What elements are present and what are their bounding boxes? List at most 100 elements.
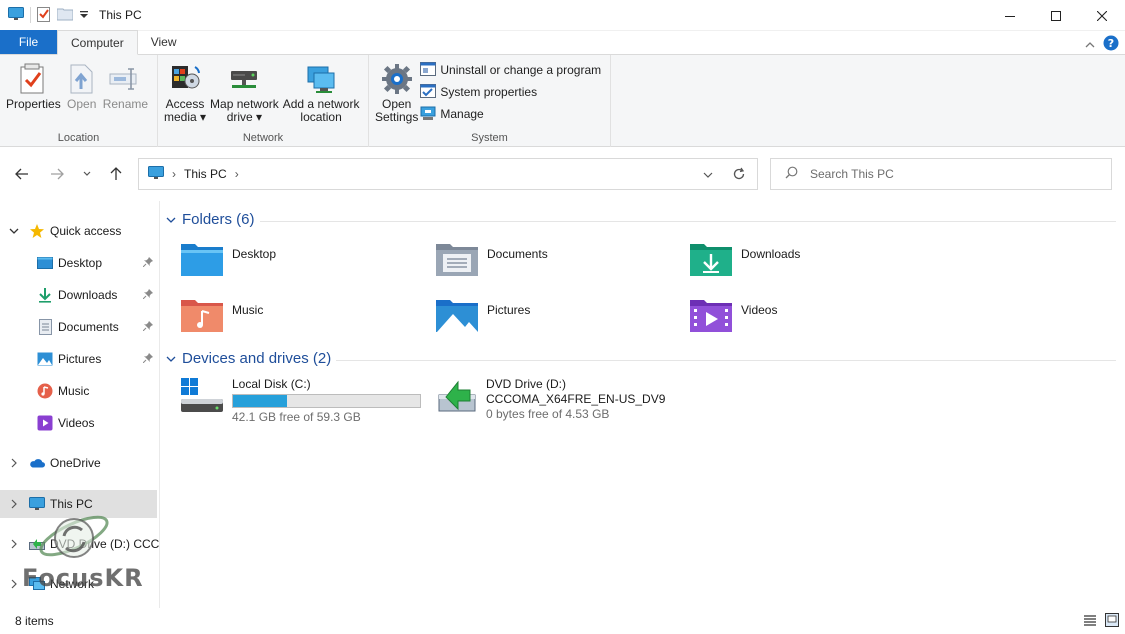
open-icon — [65, 61, 99, 97]
drive-name: DVD Drive (D:) — [486, 377, 566, 391]
open-label: Open — [67, 97, 97, 111]
local-disk-icon — [180, 377, 226, 425]
documents-icon — [37, 319, 53, 335]
properties-icon — [16, 61, 50, 97]
manage-label: Manage — [440, 107, 484, 121]
nav-documents[interactable]: Documents — [0, 313, 157, 341]
tab-file[interactable]: File — [0, 30, 57, 54]
new-folder-qat-icon[interactable] — [56, 7, 74, 24]
toolbar-divider — [30, 7, 31, 23]
nav-dvd-drive[interactable]: DVD Drive (D:) CCCOMA_X64FRE_EN-US_DV9 — [0, 530, 160, 558]
minimize-button[interactable] — [987, 0, 1033, 31]
uninstall-program-button[interactable]: Uninstall or change a program — [420, 61, 601, 79]
close-button[interactable] — [1079, 0, 1125, 31]
folder-tile-desktop[interactable]: Desktop — [180, 241, 276, 277]
downloads-icon — [37, 287, 53, 303]
pin-icon[interactable] — [142, 256, 153, 270]
maximize-button[interactable] — [1033, 0, 1079, 31]
nav-videos[interactable]: Videos — [0, 409, 157, 437]
nav-desktop-label: Desktop — [58, 256, 103, 270]
uninstall-program-label: Uninstall or change a program — [440, 63, 602, 77]
drive-tile-local-disk[interactable]: Local Disk (C:) 42.1 GB free of 59.3 GB — [180, 377, 421, 425]
location-group-label: Location — [57, 132, 100, 144]
help-icon[interactable]: ? — [1103, 35, 1119, 54]
nav-quick-access-label: Quick access — [50, 224, 122, 238]
drives-section-header[interactable]: Devices and drives (2) — [166, 350, 331, 367]
properties-qat-icon[interactable] — [37, 6, 51, 25]
ribbon: Properties Open Rename Location Access m… — [0, 55, 1125, 147]
tab-view[interactable]: View — [138, 30, 190, 54]
rename-label: Rename — [102, 97, 149, 111]
folders-section-header[interactable]: Folders (6) — [166, 211, 255, 228]
desktop-folder-icon — [180, 241, 224, 277]
address-separator-1[interactable]: › — [172, 167, 176, 181]
ribbon-tabs: File Computer View ? — [0, 30, 1125, 55]
address-dropdown-icon[interactable] — [703, 168, 713, 182]
network-group: Access media ▾ Map network drive ▾ Add a… — [158, 55, 369, 147]
search-placeholder: Search This PC — [810, 167, 894, 181]
recent-locations-button[interactable] — [77, 164, 97, 184]
tab-computer[interactable]: Computer — [57, 30, 138, 55]
forward-button[interactable] — [47, 164, 67, 184]
folder-tile-videos[interactable]: Videos — [689, 297, 777, 333]
folder-tile-pictures[interactable]: Pictures — [435, 297, 530, 333]
system-group-label: System — [471, 132, 508, 144]
music-icon — [37, 383, 53, 399]
chevron-right-icon[interactable] — [9, 499, 19, 509]
pin-icon[interactable] — [142, 320, 153, 334]
pin-icon[interactable] — [142, 352, 153, 366]
title-bar: This PC — [0, 0, 1125, 31]
view-buttons — [1083, 613, 1119, 630]
pin-icon[interactable] — [142, 288, 153, 302]
address-separator-2[interactable]: › — [235, 167, 239, 181]
chevron-right-icon[interactable] — [9, 579, 19, 589]
folder-tile-documents[interactable]: Documents — [435, 241, 548, 277]
disk-usage-fill — [233, 395, 288, 407]
network-group-label: Network — [242, 132, 284, 144]
nav-dvd-drive-label: DVD Drive (D:) CCCOMA_X64FRE_EN-US_DV9 — [50, 537, 160, 551]
nav-this-pc[interactable]: This PC — [0, 490, 157, 518]
content-area: Folders (6) Desktop Documents Downloads … — [160, 201, 1125, 608]
search-icon — [785, 166, 798, 182]
nav-videos-label: Videos — [58, 416, 95, 430]
folder-label: Desktop — [232, 247, 277, 261]
refresh-icon[interactable] — [732, 167, 746, 184]
nav-network-label: Network — [50, 577, 95, 591]
minimize-ribbon-icon[interactable] — [1085, 38, 1095, 52]
drive-volume-label: CCCOMA_X64FRE_EN-US_DV9 — [486, 392, 666, 406]
nav-network[interactable]: Network — [0, 570, 157, 598]
nav-music[interactable]: Music — [0, 377, 157, 405]
up-button[interactable] — [106, 164, 126, 184]
customize-qat-dropdown-icon[interactable] — [79, 8, 89, 22]
downloads-folder-icon — [689, 241, 733, 277]
videos-folder-icon — [689, 297, 733, 333]
folder-label: Documents — [487, 247, 548, 261]
search-box[interactable]: Search This PC — [770, 158, 1112, 190]
system-properties-button[interactable]: System properties — [420, 83, 601, 101]
large-icons-view-icon[interactable] — [1105, 613, 1119, 630]
ribbon-right-controls: ? — [1085, 35, 1119, 54]
manage-button[interactable]: Manage — [420, 105, 601, 123]
programs-icon — [420, 61, 437, 80]
folder-tile-downloads[interactable]: Downloads — [689, 241, 800, 277]
system-properties-label: System properties — [440, 85, 538, 99]
nav-onedrive[interactable]: OneDrive — [0, 449, 157, 477]
back-button[interactable] — [12, 164, 32, 184]
drive-tile-dvd[interactable]: DVD Drive (D:) CCCOMA_X64FRE_EN-US_DV9 0… — [436, 377, 665, 422]
section-divider — [336, 360, 1116, 361]
chevron-right-icon[interactable] — [9, 539, 19, 549]
disk-usage-bar — [232, 394, 421, 408]
nav-desktop[interactable]: Desktop — [0, 249, 157, 277]
address-path-this-pc[interactable]: This PC — [184, 167, 227, 181]
folder-tile-music[interactable]: Music — [180, 297, 263, 333]
nav-quick-access[interactable]: Quick access — [0, 217, 157, 245]
chevron-down-icon[interactable] — [9, 226, 19, 236]
nav-pictures[interactable]: Pictures — [0, 345, 157, 373]
address-bar[interactable]: › This PC › — [138, 158, 758, 190]
chevron-right-icon[interactable] — [9, 458, 19, 468]
details-view-icon[interactable] — [1083, 613, 1097, 630]
dvd-drive-icon — [436, 377, 480, 422]
nav-documents-label: Documents — [58, 320, 119, 334]
nav-downloads[interactable]: Downloads — [0, 281, 157, 309]
folder-label: Videos — [741, 303, 778, 317]
